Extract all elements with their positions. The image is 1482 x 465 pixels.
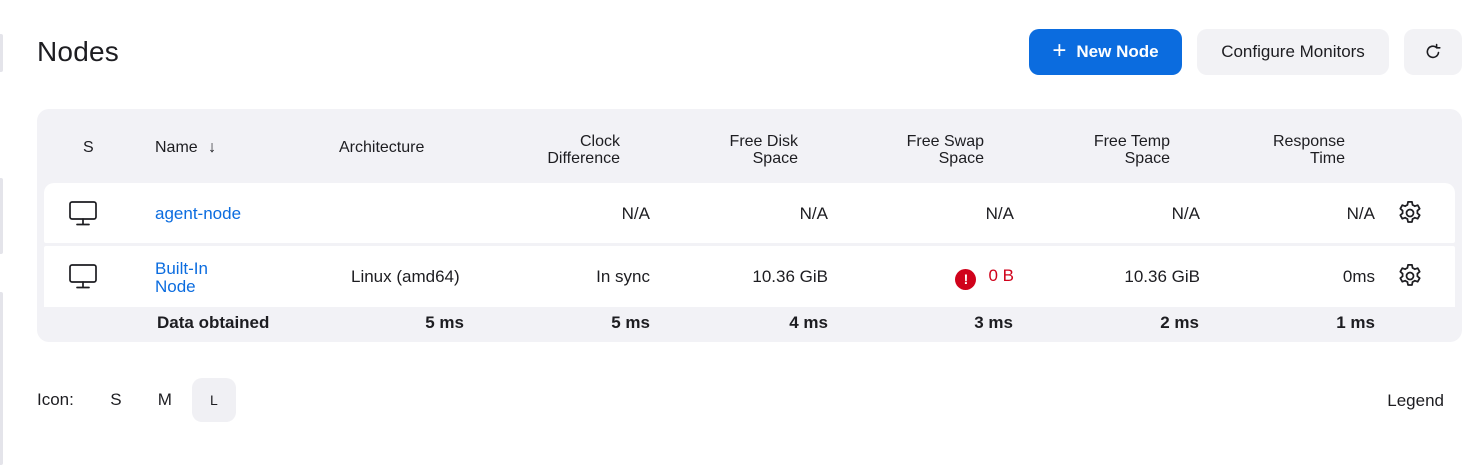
column-header-free-temp-space[interactable]: Free Temp Space [1050,133,1170,167]
icon-size-label: Icon: [37,389,74,409]
error-icon: ! [955,269,977,290]
edge-tab [0,292,3,465]
column-header-status[interactable]: S [83,139,94,156]
node-name-link[interactable]: agent-node [155,205,241,223]
configure-monitors-label: Configure Monitors [1221,42,1365,61]
data-obtained-architecture: 5 ms [425,313,464,332]
clock-difference-value: N/A [621,204,650,223]
data-obtained-label: Data obtained [157,313,270,332]
nodes-table: S Name ↓ Architecture Clock Difference F… [37,109,1462,342]
column-header-name[interactable]: Name ↓ [155,139,216,156]
column-header-free-disk-space[interactable]: Free Disk Space [678,133,798,167]
table-row: Built-In Node Linux (amd64) In sync 10.3… [44,246,1455,307]
free-temp-value: 10.36 GiB [1124,267,1200,286]
gear-icon[interactable] [1396,199,1424,227]
data-obtained-clock-difference: 5 ms [611,313,650,332]
free-disk-value: 10.36 GiB [752,267,828,286]
node-name-line: Built-In [155,259,208,278]
response-time-value: 0ms [1342,267,1375,286]
column-header-clock-difference[interactable]: Clock Difference [500,133,620,167]
column-header-line: Difference [547,150,620,167]
edge-tab [0,34,3,72]
column-header-line: Free Temp [1093,133,1170,150]
column-header-line: Space [938,150,984,167]
free-swap-value: 0 B [988,266,1014,285]
data-obtained-free-swap: 3 ms [974,313,1013,332]
new-node-button[interactable]: + New Node [1029,29,1182,75]
free-swap-warning: ! 0 B [864,267,1014,290]
left-edge-decoration [0,0,4,465]
legend-link[interactable]: Legend [1370,391,1444,411]
column-header-line: Response [1272,133,1345,150]
refresh-icon [1426,43,1441,59]
column-header-line: Space [1124,150,1170,167]
data-obtained-free-disk: 4 ms [789,313,828,332]
page-title: Nodes [37,36,119,67]
column-header-line: Clock [579,133,620,150]
column-header-free-swap-space[interactable]: Free Swap Space [864,133,984,167]
column-header-line: Free Disk [729,133,798,150]
column-header-name-label: Name [155,139,198,156]
icon-size-small-button[interactable]: S [94,378,138,422]
table-row: agent-node N/A N/A N/A N/A N/A [44,183,1455,243]
data-obtained-response-time: 1 ms [1336,313,1375,332]
refresh-button[interactable] [1404,29,1462,75]
column-header-line: Time [1310,150,1345,167]
configure-monitors-button[interactable]: Configure Monitors [1197,29,1389,75]
computer-icon [69,201,97,226]
free-temp-value: N/A [1171,204,1200,223]
column-header-line: Space [752,150,798,167]
free-disk-value: N/A [799,204,828,223]
free-swap-value: N/A [985,204,1014,223]
clock-difference-value: In sync [596,267,650,286]
plus-icon: + [1052,37,1067,64]
column-header-response-time[interactable]: Response Time [1225,133,1345,167]
sort-descending-icon: ↓ [208,139,217,156]
column-header-architecture[interactable]: Architecture [339,139,424,156]
node-name-link[interactable]: Built-In Node [155,260,208,296]
column-header-line: Free Swap [906,133,984,150]
response-time-value: N/A [1346,204,1375,223]
computer-icon [69,264,97,289]
icon-size-large-button[interactable]: L [191,377,236,422]
gear-icon[interactable] [1396,262,1424,290]
edge-tab [0,178,3,254]
node-name-line: Node [155,277,196,296]
architecture-value: Linux (amd64) [351,267,460,286]
new-node-label: New Node [1076,42,1159,61]
icon-size-selector: Icon: S M L [37,377,241,422]
data-obtained-free-temp: 2 ms [1160,313,1199,332]
icon-size-medium-button[interactable]: M [143,378,187,422]
